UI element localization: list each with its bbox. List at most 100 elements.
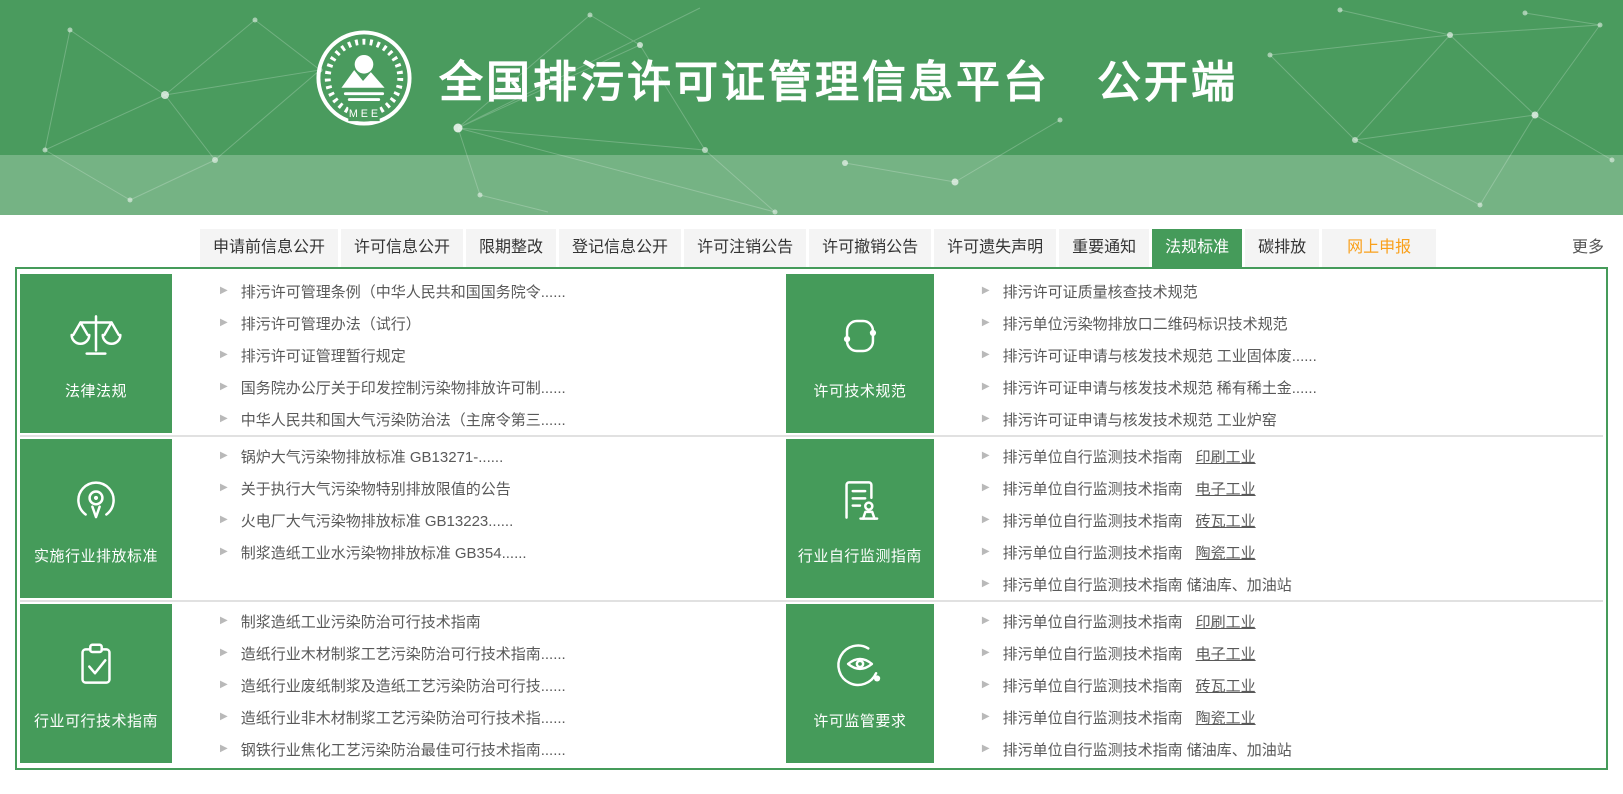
triangle-bullet-icon: ▶	[981, 514, 990, 525]
doc-link[interactable]: ▶ 排污单位自行监测技术指南 印刷工业	[982, 605, 1603, 637]
triangle-bullet-icon: ▶	[220, 482, 228, 493]
category-tile-permit-technical-specs[interactable]: 许可技术规范	[785, 274, 934, 433]
doc-link[interactable]: ▶ 钢铁行业焦化工艺污染防治最佳可行技术指南......	[220, 733, 786, 765]
doc-title: 锅炉大气污染物排放标准 GB13271-......	[240, 448, 504, 466]
tab-registration-info-disclosure[interactable]: 登记信息公开	[559, 229, 682, 267]
doc-link[interactable]: ▶ 排污单位自行监测技术指南 电子工业	[982, 472, 1603, 504]
doc-link[interactable]: ▶ 锅炉大气污染物排放标准 GB13271-......	[220, 440, 786, 472]
doc-title: 排污许可证申请与核发技术规范 稀有稀土金......	[1002, 379, 1317, 397]
category-tile-industry-self-monitoring-guide[interactable]: 行业自行监测指南	[785, 439, 934, 598]
doc-title: 排污单位自行监测技术指南 储油库、加油站	[1002, 576, 1292, 594]
logo-mee-text: MEE	[349, 108, 381, 120]
triangle-bullet-icon: ▶	[981, 615, 990, 626]
doc-title-industry: 印刷工业	[1195, 613, 1256, 631]
doc-title: 排污单位自行监测技术指南	[1002, 480, 1183, 498]
triangle-bullet-icon: ▶	[220, 679, 228, 690]
doc-link[interactable]: ▶ 造纸行业非木材制浆工艺污染防治可行技术指......	[220, 701, 786, 733]
category-title: 行业自行监测指南	[797, 547, 922, 565]
triangle-bullet-icon: ▶	[981, 647, 990, 658]
doc-link[interactable]: ▶ 排污许可证管理暂行规定	[220, 339, 786, 371]
category-tile-industry-feasible-technology-guide[interactable]: 行业可行技术指南	[20, 604, 172, 763]
triangle-bullet-icon: ▶	[220, 349, 228, 360]
doc-link[interactable]: ▶ 关于执行大气污染物特别排放限值的公告	[220, 472, 786, 504]
doc-link[interactable]: ▶ 排污单位自行监测技术指南 砖瓦工业	[982, 504, 1603, 536]
doc-link[interactable]: ▶ 排污单位自行监测技术指南 陶瓷工业	[982, 701, 1603, 733]
category-tile-industry-emission-standards[interactable]: 实施行业排放标准	[20, 439, 172, 598]
tab-list: 申请前信息公开 许可信息公开 限期整改 登记信息公开 许可注销公告 许可撤销公告 许可遗失声…	[200, 229, 1437, 267]
triangle-bullet-icon: ▶	[981, 349, 990, 360]
doc-link[interactable]: ▶ 排污单位自行监测技术指南 储油库、加油站	[982, 733, 1603, 765]
triangle-bullet-icon: ▶	[220, 317, 228, 328]
doc-title-industry: 砖瓦工业	[1195, 512, 1256, 530]
tab-permit-revocation-notice[interactable]: 许可撤销公告	[809, 229, 932, 267]
content-row: 法律法规 ▶ 排污许可管理条例（中华人民共和国国务院令...... ▶ 排污许可管理办法…	[20, 272, 1603, 435]
doc-title-industry: 陶瓷工业	[1195, 709, 1256, 727]
doc-link[interactable]: ▶ 火电厂大气污染物排放标准 GB13223......	[220, 504, 786, 536]
doc-title-industry: 电子工业	[1195, 645, 1256, 663]
clipboard-check-icon	[67, 637, 125, 695]
doc-title: 排污许可证申请与核发技术规范 工业炉窑	[1002, 411, 1277, 429]
page-title: 全国排污许可证管理信息平台 公开端	[439, 57, 1238, 107]
doc-link[interactable]: ▶ 造纸行业废纸制浆及造纸工艺污染防治可行技......	[220, 669, 786, 701]
doc-link[interactable]: ▶ 排污许可管理办法（试行）	[220, 307, 786, 339]
doc-link[interactable]: ▶ 国务院办公厅关于印发控制污染物排放许可制......	[220, 371, 786, 403]
doc-link[interactable]: ▶ 排污许可证申请与核发技术规范 工业固体废......	[982, 339, 1603, 371]
triangle-bullet-icon: ▶	[220, 450, 228, 461]
tab-permit-loss-statement[interactable]: 许可遗失声明	[934, 229, 1057, 267]
doc-link[interactable]: ▶ 排污许可管理条例（中华人民共和国国务院令......	[220, 275, 786, 307]
doc-title-industry: 砖瓦工业	[1195, 677, 1256, 695]
doc-link[interactable]: ▶ 排污单位自行监测技术指南 储油库、加油站	[982, 568, 1603, 600]
doc-title: 排污单位自行监测技术指南	[1002, 613, 1183, 631]
scales-icon	[67, 307, 125, 365]
triangle-bullet-icon: ▶	[981, 285, 990, 296]
triangle-bullet-icon: ▶	[981, 413, 990, 424]
category-title: 许可技术规范	[813, 382, 907, 400]
share-nodes-icon	[831, 307, 889, 365]
triangle-bullet-icon: ▶	[220, 711, 228, 722]
doc-link[interactable]: ▶ 排污许可证质量核查技术规范	[982, 275, 1603, 307]
tab-regulations-standards[interactable]: 法规标准	[1152, 229, 1243, 267]
triangle-bullet-icon: ▶	[220, 514, 228, 525]
doc-link[interactable]: ▶ 制浆造纸工业污染防治可行技术指南	[220, 605, 786, 637]
tab-permit-info-disclosure[interactable]: 许可信息公开	[341, 229, 464, 267]
doc-title: 排污单位污染物排放口二维码标识技术规范	[1002, 315, 1288, 333]
doc-title: 排污许可证质量核查技术规范	[1002, 283, 1198, 301]
doc-link[interactable]: ▶ 排污单位自行监测技术指南 陶瓷工业	[982, 536, 1603, 568]
tab-deadline-rectification[interactable]: 限期整改	[466, 229, 557, 267]
doc-title: 火电厂大气污染物排放标准 GB13223......	[240, 512, 514, 530]
doc-link[interactable]: ▶ 排污单位污染物排放口二维码标识技术规范	[982, 307, 1603, 339]
doc-link[interactable]: ▶ 制浆造纸工业水污染物排放标准 GB354......	[220, 536, 786, 568]
tab-permit-cancellation-notice[interactable]: 许可注销公告	[684, 229, 807, 267]
site-header: MEE 全国排污许可证管理信息平台 公开端	[0, 0, 1623, 215]
doc-link[interactable]: ▶ 排污单位自行监测技术指南 印刷工业	[982, 440, 1603, 472]
doc-link[interactable]: ▶ 中华人民共和国大气污染防治法（主席令第三......	[220, 403, 786, 435]
doc-title: 排污单位自行监测技术指南	[1002, 709, 1183, 727]
doc-link[interactable]: ▶ 排污许可证申请与核发技术规范 工业炉窑	[982, 403, 1603, 435]
header-sub-band	[0, 155, 1623, 215]
triangle-bullet-icon: ▶	[981, 743, 990, 754]
triangle-bullet-icon: ▶	[220, 546, 228, 557]
doc-link[interactable]: ▶ 排污许可证申请与核发技术规范 稀有稀土金......	[982, 371, 1603, 403]
category-title: 实施行业排放标准	[33, 547, 158, 565]
doc-link[interactable]: ▶ 排污单位自行监测技术指南 电子工业	[982, 637, 1603, 669]
category-tile-laws-regulations[interactable]: 法律法规	[20, 274, 172, 433]
category-tile-permit-supervision-requirements[interactable]: 许可监管要求	[785, 604, 934, 763]
doc-title: 造纸行业废纸制浆及造纸工艺污染防治可行技......	[240, 677, 566, 695]
doc-title: 钢铁行业焦化工艺污染防治最佳可行技术指南......	[240, 741, 566, 759]
more-link[interactable]: 更多	[1572, 229, 1608, 267]
tab-important-notice[interactable]: 重要通知	[1059, 229, 1150, 267]
doc-title: 排污单位自行监测技术指南	[1002, 448, 1183, 466]
triangle-bullet-icon: ▶	[981, 679, 990, 690]
doc-title: 中华人民共和国大气污染防治法（主席令第三......	[240, 411, 566, 429]
doc-link[interactable]: ▶ 排污单位自行监测技术指南 砖瓦工业	[982, 669, 1603, 701]
tab-carbon-emission[interactable]: 碳排放	[1245, 229, 1320, 267]
doc-list-laws-regulations: ▶ 排污许可管理条例（中华人民共和国国务院令...... ▶ 排污许可管理办法（试行）…	[172, 272, 786, 435]
doc-link[interactable]: ▶ 造纸行业木材制浆工艺污染防治可行技术指南......	[220, 637, 786, 669]
doc-title: 排污单位自行监测技术指南 储油库、加油站	[1002, 741, 1292, 759]
mee-logo: MEE	[315, 29, 413, 127]
broadcast-icon	[67, 472, 125, 530]
tab-pre-application-info-disclosure[interactable]: 申请前信息公开	[200, 229, 339, 267]
doc-title: 排污单位自行监测技术指南	[1002, 544, 1183, 562]
tab-online-application[interactable]: 网上申报	[1322, 229, 1437, 267]
doc-title: 造纸行业木材制浆工艺污染防治可行技术指南......	[240, 645, 566, 663]
